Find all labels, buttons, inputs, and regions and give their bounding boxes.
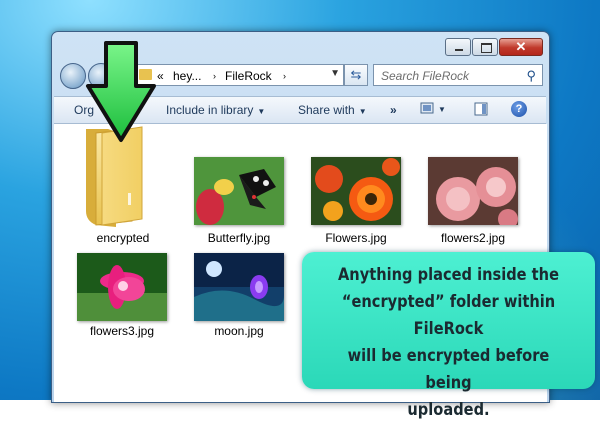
callout-line: uploaded. [407, 400, 490, 420]
address-segment-parent[interactable]: hey... [173, 69, 201, 83]
search-placeholder: Search FileRock [381, 69, 470, 83]
down-arrow-icon [86, 41, 156, 142]
minimize-icon [455, 49, 463, 51]
thumbnail-flowers[interactable] [311, 157, 401, 225]
close-button[interactable]: ✕ [499, 38, 543, 56]
callout-box: Anything placed inside the “encrypted” f… [302, 252, 595, 420]
file-label[interactable]: flowers2.jpg [413, 231, 533, 245]
address-bar[interactable]: « hey... › FileRock › ▼ [134, 64, 344, 86]
file-label[interactable]: flowers3.jpg [62, 324, 182, 338]
file-label[interactable]: encrypted [63, 231, 183, 245]
thumbnail-flowers2[interactable] [428, 157, 518, 225]
callout-line: will be encrypted before being [347, 346, 550, 393]
thumbnail-butterfly[interactable] [194, 157, 284, 225]
search-icon[interactable]: ⚲ [526, 68, 536, 84]
address-segment-filerock[interactable]: FileRock [225, 69, 272, 83]
thumbnail-moon[interactable] [194, 253, 284, 321]
callout-line: Anything placed inside the [337, 265, 560, 285]
maximize-button[interactable] [472, 38, 498, 56]
file-label[interactable]: Flowers.jpg [296, 231, 416, 245]
share-with-button[interactable]: Share with ▼ [298, 103, 367, 117]
more-commands-button[interactable]: » [390, 103, 397, 117]
back-button[interactable] [60, 63, 86, 89]
share-label: Share with [298, 103, 355, 117]
preview-pane-icon[interactable] [474, 102, 488, 121]
caption-buttons: ✕ [444, 38, 543, 56]
chevron-down-icon: ▼ [257, 107, 266, 116]
refresh-button[interactable]: ⇆ [344, 64, 368, 86]
thumbnail-flowers3[interactable] [77, 253, 167, 321]
address-overflow[interactable]: « [157, 69, 164, 83]
chevron-down-icon: ▼ [358, 107, 367, 116]
search-input[interactable]: Search FileRock ⚲ [373, 64, 543, 86]
file-label[interactable]: moon.jpg [179, 324, 299, 338]
breadcrumb-separator[interactable]: › [213, 71, 216, 81]
callout-line: “encrypted” folder within FileRock [341, 292, 556, 339]
breadcrumb-separator[interactable]: › [283, 71, 286, 81]
chevron-down-icon[interactable]: ▼ [330, 68, 340, 79]
maximize-icon [481, 43, 492, 53]
file-label[interactable]: Butterfly.jpg [179, 231, 299, 245]
minimize-button[interactable] [445, 38, 471, 56]
view-icon[interactable]: ▼ [420, 102, 450, 121]
svg-text:▼: ▼ [438, 105, 446, 114]
help-icon[interactable]: ? [511, 101, 527, 117]
close-icon: ✕ [515, 39, 527, 54]
refresh-icon: ⇆ [350, 67, 362, 82]
